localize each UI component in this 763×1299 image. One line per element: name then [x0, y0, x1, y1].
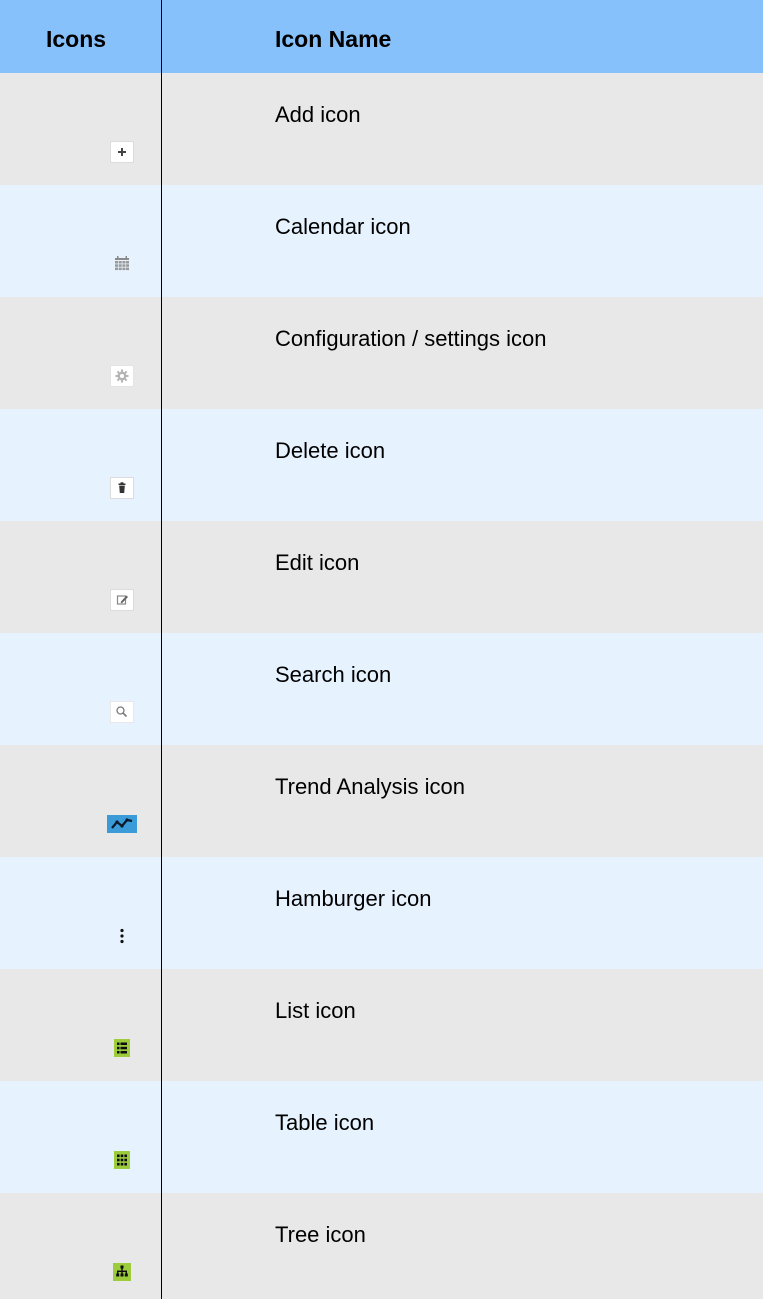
gear-icon — [110, 365, 134, 387]
table-row: Search icon — [0, 633, 763, 745]
list-icon — [110, 1037, 134, 1059]
icon-name: Trend Analysis icon — [275, 774, 465, 799]
icon-name: Configuration / settings icon — [275, 326, 547, 351]
table-row: Calendar icon — [0, 185, 763, 297]
table-row: List icon — [0, 969, 763, 1081]
table-row: Trend Analysis icon — [0, 745, 763, 857]
edit-icon — [110, 589, 134, 611]
icon-name: List icon — [275, 998, 356, 1023]
calendar-icon — [110, 253, 134, 275]
kebab-icon — [110, 925, 134, 947]
icon-name: Hamburger icon — [275, 886, 432, 911]
table-row: Add icon — [0, 73, 763, 185]
tree-icon — [110, 1261, 134, 1283]
header-icons: Icons — [46, 26, 107, 52]
search-icon — [110, 701, 134, 723]
trend-icon — [107, 813, 137, 835]
column-divider — [161, 0, 162, 1299]
header-icon-name: Icon Name — [275, 26, 392, 52]
plus-icon — [110, 141, 134, 163]
table-row: Delete icon — [0, 409, 763, 521]
icon-name: Search icon — [275, 662, 392, 687]
icon-name: Tree icon — [275, 1222, 366, 1247]
table-row: Hamburger icon — [0, 857, 763, 969]
icon-name: Delete icon — [275, 438, 386, 463]
table-row: Edit icon — [0, 521, 763, 633]
icon-name: Add icon — [275, 102, 361, 127]
table-row: Tree icon — [0, 1193, 763, 1299]
icon-name: Edit icon — [275, 550, 360, 575]
table-header: Icons Icon Name — [0, 0, 763, 73]
table-icon — [110, 1149, 134, 1171]
table-row: Table icon — [0, 1081, 763, 1193]
icon-table: Icons Icon Name Add icon Calendar icon C… — [0, 0, 763, 1299]
trash-icon — [110, 477, 134, 499]
table-row: Configuration / settings icon — [0, 297, 763, 409]
icon-name: Calendar icon — [275, 214, 411, 239]
icon-name: Table icon — [275, 1110, 375, 1135]
